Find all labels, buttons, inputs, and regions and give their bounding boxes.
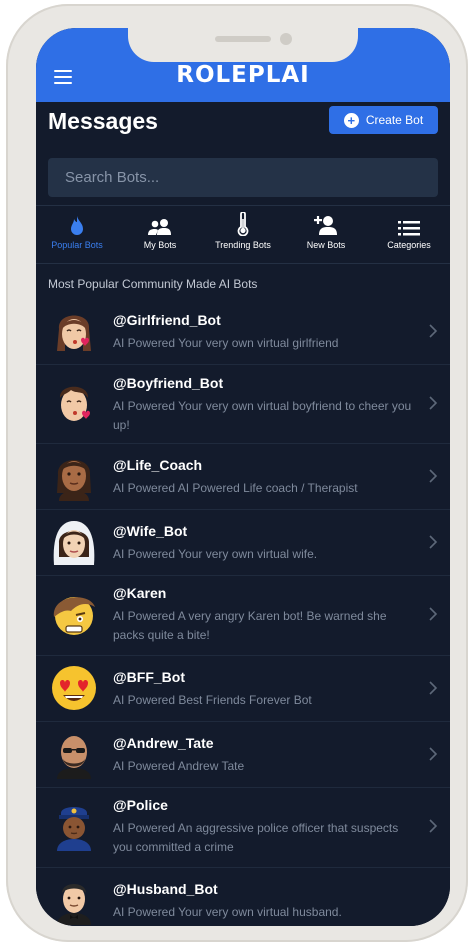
tab-label: My Bots	[143, 240, 177, 250]
bot-name: @BFF_Bot	[113, 669, 185, 685]
bot-description: AI Powered Your very own virtual boyfrie…	[113, 399, 412, 432]
bot-text: @BFF_Bot AI Powered Best Friends Forever…	[113, 669, 416, 710]
user-plus-icon	[285, 206, 367, 236]
bot-row-bff[interactable]: @BFF_Bot AI Powered Best Friends Forever…	[36, 655, 450, 722]
bot-name: @Wife_Bot	[113, 523, 188, 539]
tab-label: Categories	[387, 240, 431, 250]
bot-description: AI Powered AI Powered Life coach / Thera…	[113, 481, 358, 495]
boy-kiss-emoji	[59, 386, 90, 421]
bot-text: @Boyfriend_Bot AI Powered Your very own …	[113, 375, 416, 435]
bot-name: @Life_Coach	[113, 457, 203, 473]
tab-label: Trending Bots	[215, 240, 271, 250]
bot-row-boyfriend[interactable]: @Boyfriend_Bot AI Powered Your very own …	[36, 364, 450, 444]
tab-label: Popular Bots	[51, 240, 103, 250]
notch	[128, 28, 358, 62]
angry-woman-emoji	[53, 597, 95, 635]
section-title: Most Popular Community Made AI Bots	[48, 277, 258, 291]
bald-man-emoji	[57, 736, 91, 779]
chevron-right-icon	[429, 469, 438, 483]
chevron-right-icon	[429, 681, 438, 695]
chevron-right-icon	[429, 607, 438, 621]
woman-emoji	[57, 460, 91, 501]
page-title: Messages	[48, 108, 158, 134]
bot-row-life-coach[interactable]: @Life_Coach AI Powered AI Powered Life c…	[36, 443, 450, 510]
chevron-right-icon	[429, 324, 438, 338]
tab-popular-bots[interactable]: Popular Bots	[36, 206, 118, 263]
app-screen: ROLEPLAI Messages + Create Bot Popular B…	[36, 28, 450, 926]
girl-kiss-emoji	[57, 315, 91, 351]
bot-name: @Girlfriend_Bot	[113, 312, 221, 328]
bot-name: @Boyfriend_Bot	[113, 375, 224, 391]
bot-name: @Husband_Bot	[113, 881, 218, 897]
bot-row-karen[interactable]: @Karen AI Powered A very angry Karen bot…	[36, 575, 450, 656]
flame-icon	[36, 206, 118, 236]
chevron-right-icon	[429, 819, 438, 833]
bot-row-andrew-tate[interactable]: @Andrew_Tate AI Powered Andrew Tate	[36, 721, 450, 788]
category-tabs: Popular Bots My Bots Trending Bots New B…	[36, 205, 450, 264]
camera	[280, 33, 292, 45]
tab-trending-bots[interactable]: Trending Bots	[202, 206, 284, 263]
tab-new-bots[interactable]: New Bots	[285, 206, 367, 263]
groom-emoji	[57, 884, 91, 925]
bot-description: AI Powered Your very own virtual husband…	[113, 905, 342, 919]
app-logo: ROLEPLAI	[176, 62, 310, 88]
main-content: Messages + Create Bot Popular Bots	[36, 102, 450, 926]
users-icon	[119, 206, 201, 236]
list-icon	[368, 206, 450, 236]
bot-description: AI Powered Andrew Tate	[113, 759, 245, 773]
bot-text: @Husband_Bot AI Powered Your very own vi…	[113, 881, 416, 922]
chevron-right-icon	[429, 747, 438, 761]
bot-name: @Karen	[113, 585, 167, 601]
search-bar	[48, 158, 438, 197]
police-officer-emoji	[57, 807, 91, 851]
tab-my-bots[interactable]: My Bots	[119, 206, 201, 263]
bot-row-girlfriend[interactable]: @Girlfriend_Bot AI Powered Your very own…	[36, 298, 450, 365]
bot-text: @Girlfriend_Bot AI Powered Your very own…	[113, 312, 416, 353]
bot-description: AI Powered An aggressive police officer …	[113, 821, 399, 854]
create-bot-button[interactable]: + Create Bot	[329, 106, 438, 134]
bot-name: @Andrew_Tate	[113, 735, 214, 751]
search-input[interactable]	[48, 158, 438, 197]
bride-emoji	[53, 521, 95, 565]
chevron-right-icon	[429, 396, 438, 410]
create-bot-label: Create Bot	[365, 113, 424, 127]
tab-label: New Bots	[306, 240, 346, 250]
bot-text: @Wife_Bot AI Powered Your very own virtu…	[113, 523, 416, 564]
bot-row-husband[interactable]: @Husband_Bot AI Powered Your very own vi…	[36, 867, 450, 926]
bot-name: @Police	[113, 797, 168, 813]
phone-frame: ROLEPLAI Messages + Create Bot Popular B…	[6, 4, 468, 942]
bot-description: AI Powered Best Friends Forever Bot	[113, 693, 312, 707]
chevron-right-icon	[429, 535, 438, 549]
plus-icon: +	[343, 112, 359, 128]
tab-categories[interactable]: Categories	[368, 206, 450, 263]
heart-eyes-emoji	[52, 666, 96, 710]
speaker	[215, 36, 271, 42]
thermometer-icon	[202, 206, 284, 236]
bot-text: @Life_Coach AI Powered AI Powered Life c…	[113, 457, 416, 498]
bot-row-police[interactable]: @Police AI Powered An aggressive police …	[36, 787, 450, 868]
bot-text: @Andrew_Tate AI Powered Andrew Tate	[113, 735, 416, 776]
bot-row-wife[interactable]: @Wife_Bot AI Powered Your very own virtu…	[36, 509, 450, 576]
bot-description: AI Powered Your very own virtual girlfri…	[113, 336, 339, 350]
bot-description: AI Powered A very angry Karen bot! Be wa…	[113, 609, 387, 642]
bot-text: @Karen AI Powered A very angry Karen bot…	[113, 585, 416, 645]
bot-text: @Police AI Powered An aggressive police …	[113, 797, 416, 857]
bot-description: AI Powered Your very own virtual wife.	[113, 547, 318, 561]
